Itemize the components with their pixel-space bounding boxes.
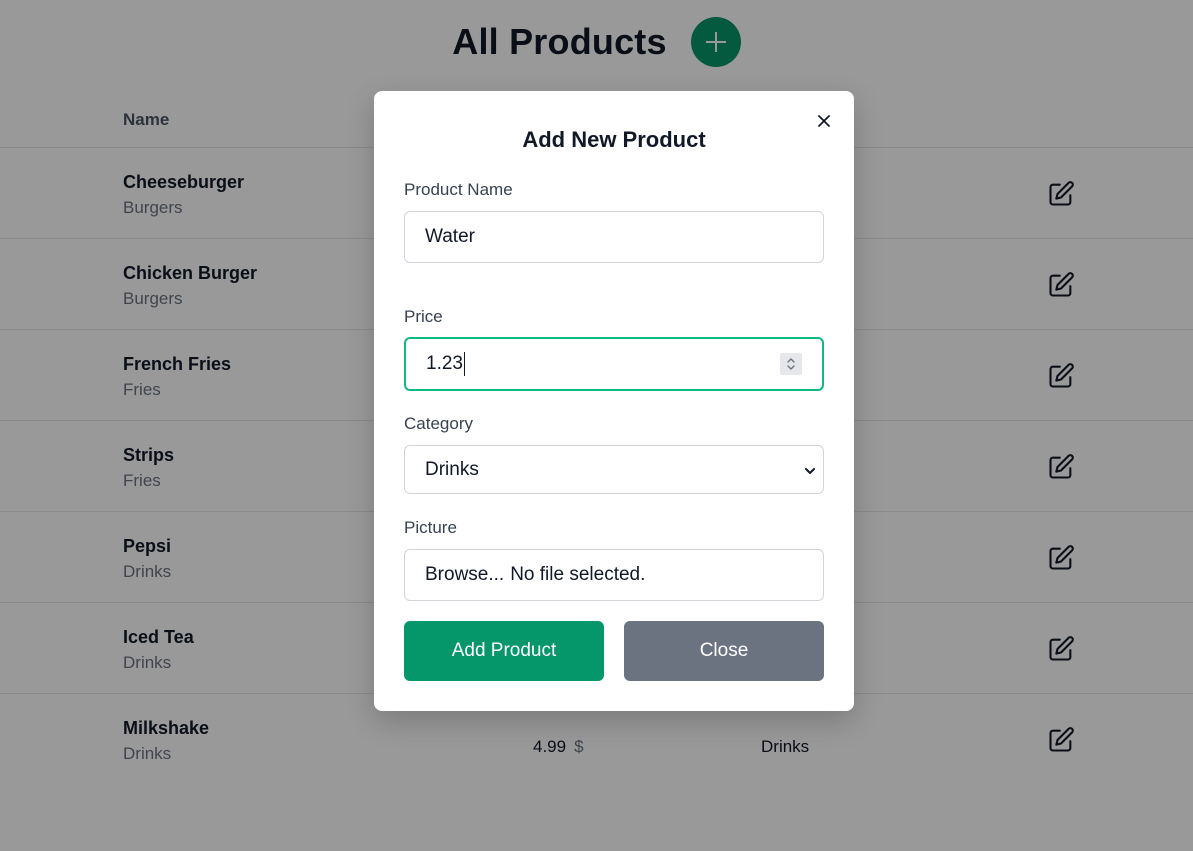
modal-title: Add New Product xyxy=(522,127,706,152)
price-stepper[interactable] xyxy=(780,353,802,375)
add-product-modal: Add New Product Product Name Water Price… xyxy=(374,91,854,711)
close-button[interactable]: Close xyxy=(624,621,824,681)
product-name-label: Product Name xyxy=(404,180,513,199)
picture-file-input[interactable]: Browse... No file selected. xyxy=(404,549,824,601)
chevron-down-icon xyxy=(805,468,815,474)
spinner-icon xyxy=(787,358,795,370)
price-label: Price xyxy=(404,307,443,326)
product-name-value: Water xyxy=(425,226,475,247)
browse-button[interactable]: Browse... xyxy=(425,564,504,586)
close-icon xyxy=(818,115,830,127)
select-chevron xyxy=(803,462,817,476)
add-product-submit-button[interactable]: Add Product xyxy=(404,621,604,681)
category-selected-value: Drinks xyxy=(425,458,479,480)
category-select[interactable]: Drinks xyxy=(404,445,824,494)
picture-label: Picture xyxy=(404,518,457,537)
products-page: All Products Name Cheeseburger Burgers C… xyxy=(0,0,1193,851)
file-status-text: No file selected. xyxy=(510,564,646,585)
product-name-input[interactable]: Water xyxy=(404,211,824,263)
price-input[interactable]: 1.23 xyxy=(404,337,824,391)
price-value: 1.23 xyxy=(426,353,463,374)
category-label: Category xyxy=(404,414,473,433)
text-caret xyxy=(463,352,465,376)
